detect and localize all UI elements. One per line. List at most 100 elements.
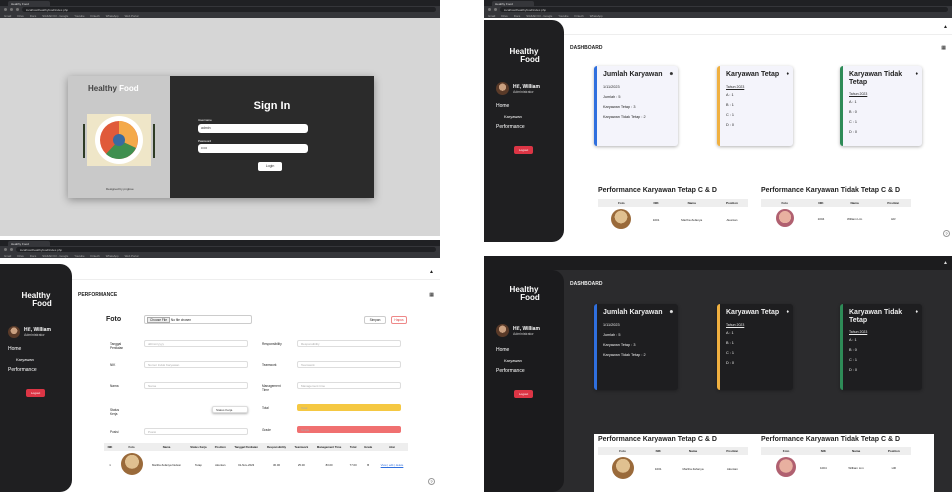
sidebar-item-home[interactable]: Home — [496, 103, 564, 109]
simpan-button[interactable]: Simpan — [364, 316, 386, 324]
row-actions[interactable]: View | edit | delete — [376, 451, 408, 478]
address-bar[interactable]: localhost/healthyfood/index.php — [22, 7, 436, 12]
foto-label: Foto — [106, 316, 122, 323]
address-bar[interactable]: localhost/healthyfood/index.php — [500, 7, 948, 12]
nama-input[interactable]: Nama — [144, 382, 248, 389]
bookmark[interactable]: Fintech — [91, 254, 100, 258]
bookmark[interactable]: Docs — [30, 14, 36, 18]
pin-icon: ♦ — [786, 309, 789, 315]
browser-tab[interactable]: Healthy Food — [492, 1, 534, 6]
management-input[interactable]: Management time — [297, 382, 401, 389]
performance-heading: PERFORMANCE — [78, 292, 118, 298]
calendar-icon[interactable]: ▦ — [941, 45, 946, 51]
browser-chrome: Healthy Food localhost/healthyfood/index… — [484, 0, 952, 18]
bookmark[interactable]: Gmail — [4, 14, 11, 18]
help-icon[interactable]: ? — [943, 230, 950, 237]
address-bar[interactable]: localhost/healthyfood/index.php — [16, 247, 436, 252]
food-plate-illustration — [83, 114, 155, 166]
bookmark[interactable]: WhatsApp — [590, 14, 603, 18]
logout-button[interactable]: Logout — [514, 390, 534, 398]
calendar-icon[interactable]: ▦ — [429, 292, 434, 298]
sidebar-item-home[interactable]: Home — [8, 346, 72, 352]
teamwork-input[interactable]: Teamwork — [297, 361, 401, 368]
user-greeting: Hi!, William — [513, 83, 540, 90]
login-button[interactable]: Login — [258, 162, 282, 171]
bookmark[interactable]: Drive — [501, 14, 508, 18]
bookmarks-bar: Gmail Drive Docs SIAKAD ICI - Google Youtube… — [0, 13, 440, 18]
bookmark[interactable]: Drive — [17, 254, 24, 258]
logout-button[interactable]: Logout — [514, 146, 534, 154]
sidebar-item-performance[interactable]: Performance — [496, 124, 564, 130]
bookmark[interactable]: Docs — [514, 14, 520, 18]
users-icon: ☻ — [668, 71, 674, 77]
responsibility-input[interactable]: Responsibility — [297, 340, 401, 347]
total-input[interactable]: Total — [297, 404, 401, 411]
back-icon[interactable] — [4, 248, 7, 251]
pin-icon: ♦ — [915, 71, 918, 77]
bookmark[interactable]: Fintech — [91, 14, 100, 18]
dashboard-heading: DASHBOARD — [570, 45, 603, 51]
back-icon[interactable] — [488, 8, 491, 11]
bell-icon[interactable]: ▲ — [429, 269, 434, 275]
bookmark[interactable]: Fintech — [575, 14, 584, 18]
tanggal-input[interactable]: dd/mm/yyyy — [144, 340, 248, 347]
users-icon: ☻ — [668, 309, 674, 315]
sidebar-item-home[interactable]: Home — [496, 347, 564, 353]
sidebar-menu: Home Karyawan Performance — [8, 346, 72, 373]
forward-icon[interactable] — [10, 8, 13, 11]
brand-food: Food — [119, 84, 139, 93]
browser-tab[interactable]: Healthy Food — [8, 1, 50, 6]
login-card: Healthy Food Designed by pngtree Sign In… — [68, 76, 374, 198]
bookmark[interactable]: Docs — [30, 254, 36, 258]
bookmark[interactable]: Web Portal — [125, 14, 139, 18]
table-row: 1001 Martha Zefanya Akuntan — [598, 207, 748, 232]
status-select[interactable]: Status Kerja — [212, 406, 248, 413]
grade-input[interactable]: Grade — [297, 426, 401, 433]
user-role: Administrator — [513, 331, 534, 336]
sidebar-menu: Home Karyawan Performance — [496, 347, 564, 374]
bookmark[interactable]: SIAKAD ICI - Google — [42, 14, 68, 18]
card-karyawan-tidak-tetap: ♦ Karyawan Tidak Tetap Tahun 2023 A : 1B… — [840, 304, 922, 390]
dashboard-heading: DASHBOARD — [570, 281, 603, 287]
logout-button[interactable]: Logout — [26, 389, 46, 397]
sidebar-logo: Healthy Food — [21, 291, 52, 308]
posisi-input[interactable]: Posisi — [144, 428, 248, 435]
pin-icon: ♦ — [786, 71, 789, 77]
sidebar-item-performance[interactable]: Performance — [496, 368, 564, 374]
card-jumlah-karyawan: ☻ Jumlah Karyawan 1/11/2023 Jumlah : 5 Kar… — [594, 304, 678, 390]
bookmark[interactable]: Gmail — [488, 14, 495, 18]
bell-icon[interactable]: ▲ — [943, 260, 948, 266]
hapus-button[interactable]: Hapus — [391, 316, 407, 324]
bookmark[interactable]: Youtube — [558, 14, 568, 18]
choose-file-button[interactable]: Choose File — [147, 317, 171, 323]
perf-tetap-title: Performance Karyawan Tetap C & D — [598, 436, 717, 443]
username-input[interactable]: admin — [198, 124, 308, 133]
bookmark[interactable]: Drive — [17, 14, 24, 18]
user-profile: Hi!, William Administrator — [496, 324, 564, 337]
bookmark[interactable]: Web Portal — [125, 254, 139, 258]
browser-tab[interactable]: Healthy Food — [8, 241, 50, 246]
bookmark[interactable]: Youtube — [74, 254, 84, 258]
sidebar-item-performance[interactable]: Performance — [8, 367, 72, 373]
employee-photo — [611, 457, 634, 479]
password-input[interactable]: ••••• — [198, 144, 308, 153]
back-icon[interactable] — [4, 8, 7, 11]
forward-icon[interactable] — [10, 248, 13, 251]
bookmark[interactable]: WhatsApp — [106, 254, 119, 258]
bookmark[interactable]: SIAKAD ICI - Google — [526, 14, 552, 18]
bookmark[interactable]: Gmail — [4, 254, 11, 258]
bell-icon[interactable]: ▲ — [943, 24, 948, 30]
bookmark[interactable]: WhatsApp — [106, 14, 119, 18]
user-greeting: Hi!, William — [513, 325, 540, 332]
sidebar-item-karyawan[interactable]: Karyawan — [8, 357, 72, 362]
file-input[interactable]: Choose File No file chosen — [144, 315, 252, 324]
nik-input[interactable]: Nomor Induk Karyawan — [144, 361, 248, 368]
reload-icon[interactable] — [16, 8, 19, 11]
bookmark[interactable]: SIAKAD ICI - Google — [42, 254, 68, 258]
bookmark[interactable]: Youtube — [74, 14, 84, 18]
sidebar-item-karyawan[interactable]: Karyawan — [496, 114, 564, 119]
forward-icon[interactable] — [494, 8, 497, 11]
help-icon[interactable]: ? — [428, 478, 435, 485]
sidebar-item-karyawan[interactable]: Karyawan — [496, 358, 564, 363]
user-role: Administrator — [24, 333, 45, 337]
